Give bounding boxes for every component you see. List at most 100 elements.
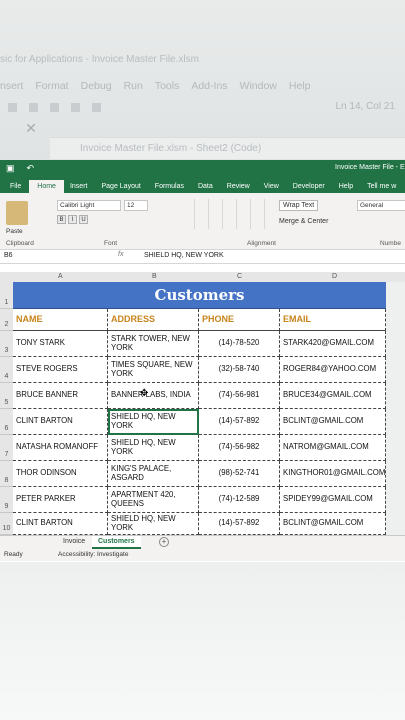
cell-address[interactable]: APARTMENT 420, QUEENS — [108, 487, 199, 513]
row-header[interactable]: 6 — [0, 409, 13, 435]
font-size-select[interactable]: 12 — [124, 200, 148, 211]
row-header[interactable]: 9 — [0, 487, 13, 513]
alignment-icons[interactable] — [186, 199, 272, 229]
row-header[interactable]: 7 — [0, 435, 13, 461]
tab-formulas[interactable]: Formulas — [149, 183, 192, 193]
wrap-text-button[interactable]: Wrap Text — [279, 200, 319, 211]
undo-icon[interactable]: ↶ — [27, 163, 35, 174]
vba-menu-debug[interactable]: Debug — [81, 80, 112, 92]
project-explorer-icon[interactable] — [92, 102, 101, 112]
cell-address[interactable]: BANNER LABS, INDIA — [108, 383, 199, 409]
cell-name[interactable]: PETER PARKER — [13, 487, 108, 513]
number-format-select[interactable]: General — [357, 200, 405, 211]
vba-menu-help[interactable]: Help — [289, 80, 311, 92]
italic-icon[interactable]: I — [68, 215, 77, 224]
tab-page-layout[interactable]: Page Layout — [95, 183, 148, 193]
header-email[interactable]: EMAIL — [280, 309, 386, 331]
row-header[interactable]: 5 — [0, 383, 13, 409]
vba-menu-format[interactable]: Format — [35, 80, 68, 92]
row-header[interactable]: 3 — [0, 331, 13, 357]
cell-address[interactable]: TIMES SQUARE, NEW YORK — [108, 357, 199, 383]
cell-address[interactable]: KING'S PALACE, ASGARD — [108, 461, 199, 487]
vba-menu-run[interactable]: Run — [124, 80, 143, 92]
row-header[interactable]: 4 — [0, 357, 13, 383]
vba-menu-window[interactable]: Window — [240, 80, 277, 92]
tab-home[interactable]: Home — [29, 180, 64, 193]
merge-center-button[interactable]: Merge & Center — [279, 218, 328, 225]
design-mode-icon[interactable] — [71, 102, 80, 112]
cell-name[interactable]: TONY STARK — [13, 331, 108, 357]
paste-icon[interactable] — [6, 201, 28, 225]
font-name-select[interactable]: Calibri Light — [57, 200, 121, 211]
tab-view[interactable]: View — [258, 183, 287, 193]
add-sheet-icon[interactable]: + — [159, 537, 169, 547]
cell-phone[interactable]: (74)-56-982 — [199, 435, 280, 461]
excel-title-bar: ▣ ↶ Invoice Master File - E — [0, 160, 405, 177]
column-header-a[interactable]: A — [58, 273, 63, 280]
cell-email[interactable]: SPIDEY99@GMAIL.COM — [280, 487, 386, 513]
row-header[interactable]: 2 — [0, 309, 13, 331]
column-header-b[interactable]: B — [152, 273, 157, 280]
save-icon[interactable]: ▣ — [6, 163, 15, 174]
cell-email[interactable]: KINGTHOR01@GMAIL.COM — [280, 461, 386, 487]
cell-phone[interactable]: (32)-58-740 — [199, 357, 280, 383]
cell-address[interactable]: SHIELD HQ, NEW YORK — [108, 435, 199, 461]
cell-phone[interactable]: (98)-52-741 — [199, 461, 280, 487]
cursor-position: Ln 14, Col 21 — [335, 101, 396, 112]
tab-data[interactable]: Data — [192, 183, 221, 193]
accessibility-status[interactable]: Accessibility: Investigate — [58, 551, 128, 558]
header-name[interactable]: NAME — [13, 309, 108, 331]
cell-email[interactable]: BRUCE34@GMAIL.COM — [280, 383, 386, 409]
header-phone[interactable]: PHONE — [199, 309, 280, 331]
cell-phone[interactable]: (14)-78-520 — [199, 331, 280, 357]
break-icon[interactable] — [29, 102, 38, 112]
row-header[interactable]: 8 — [0, 461, 13, 487]
table-row: 10 CLINT BARTON SHIELD HQ, NEW YORK (14)… — [0, 513, 405, 535]
tab-developer[interactable]: Developer — [287, 183, 333, 193]
header-address[interactable]: ADDRESS — [108, 309, 199, 331]
vba-menu-tools[interactable]: Tools — [155, 80, 180, 92]
cell-address[interactable]: SHIELD HQ, NEW YORK — [108, 513, 199, 535]
tab-review[interactable]: Review — [221, 183, 258, 193]
vba-menu-insert[interactable]: nsert — [0, 80, 23, 92]
fx-icon[interactable]: fx — [118, 251, 123, 258]
cell-phone[interactable]: (14)-57-892 — [199, 513, 280, 535]
close-icon[interactable]: ✕ — [22, 120, 40, 136]
cell-address[interactable]: STARK TOWER, NEW YORK — [108, 331, 199, 357]
reset-icon[interactable] — [50, 102, 59, 112]
cell-email[interactable]: ROGER84@YAHOO.COM — [280, 357, 386, 383]
cell-name[interactable]: CLINT BARTON — [13, 513, 108, 535]
cell-phone[interactable]: (74)-12-589 — [199, 487, 280, 513]
table-title[interactable]: Customers — [13, 282, 386, 309]
cell-name[interactable]: NATASHA ROMANOFF — [13, 435, 108, 461]
cell-email[interactable]: NATROM@GMAIL.COM — [280, 435, 386, 461]
row-header[interactable]: 10 — [0, 513, 13, 535]
cell-phone[interactable]: (14)-57-892 — [199, 409, 280, 435]
name-box[interactable]: B6 — [4, 252, 54, 262]
tell-me-search[interactable]: Tell me w — [361, 183, 404, 193]
formula-input[interactable]: SHIELD HQ, NEW YORK — [144, 252, 224, 259]
bold-icon[interactable]: B — [57, 215, 66, 224]
underline-icon[interactable]: U — [79, 215, 88, 224]
cell-email[interactable]: BCLINT@GMAIL.COM — [280, 513, 386, 535]
sheet-tab-invoice[interactable]: Invoice — [57, 536, 91, 547]
column-header-c[interactable]: C — [237, 273, 242, 280]
run-icon[interactable] — [8, 102, 17, 112]
row-header[interactable]: 1 — [0, 282, 13, 309]
column-header-d[interactable]: D — [332, 273, 337, 280]
tab-file[interactable]: File — [4, 183, 29, 193]
table-row: 6 CLINT BARTON SHIELD HQ, NEW YORK (14)-… — [0, 409, 405, 435]
sheet-tab-customers[interactable]: Customers — [92, 536, 141, 549]
tab-help[interactable]: Help — [333, 183, 361, 193]
cell-email[interactable]: STARK420@GMAIL.COM — [280, 331, 386, 357]
cell-name[interactable]: THOR ODINSON — [13, 461, 108, 487]
cell-name[interactable]: CLINT BARTON — [13, 409, 108, 435]
status-ready: Ready — [4, 551, 23, 558]
cell-address-selected[interactable]: SHIELD HQ, NEW YORK — [108, 409, 199, 435]
cell-email[interactable]: BCLINT@GMAIL.COM — [280, 409, 386, 435]
vba-menu-addins[interactable]: Add-Ins — [191, 80, 227, 92]
cell-name[interactable]: STEVE ROGERS — [13, 357, 108, 383]
tab-insert[interactable]: Insert — [64, 183, 96, 193]
cell-phone[interactable]: (74)-56-981 — [199, 383, 280, 409]
cell-name[interactable]: BRUCE BANNER — [13, 383, 108, 409]
